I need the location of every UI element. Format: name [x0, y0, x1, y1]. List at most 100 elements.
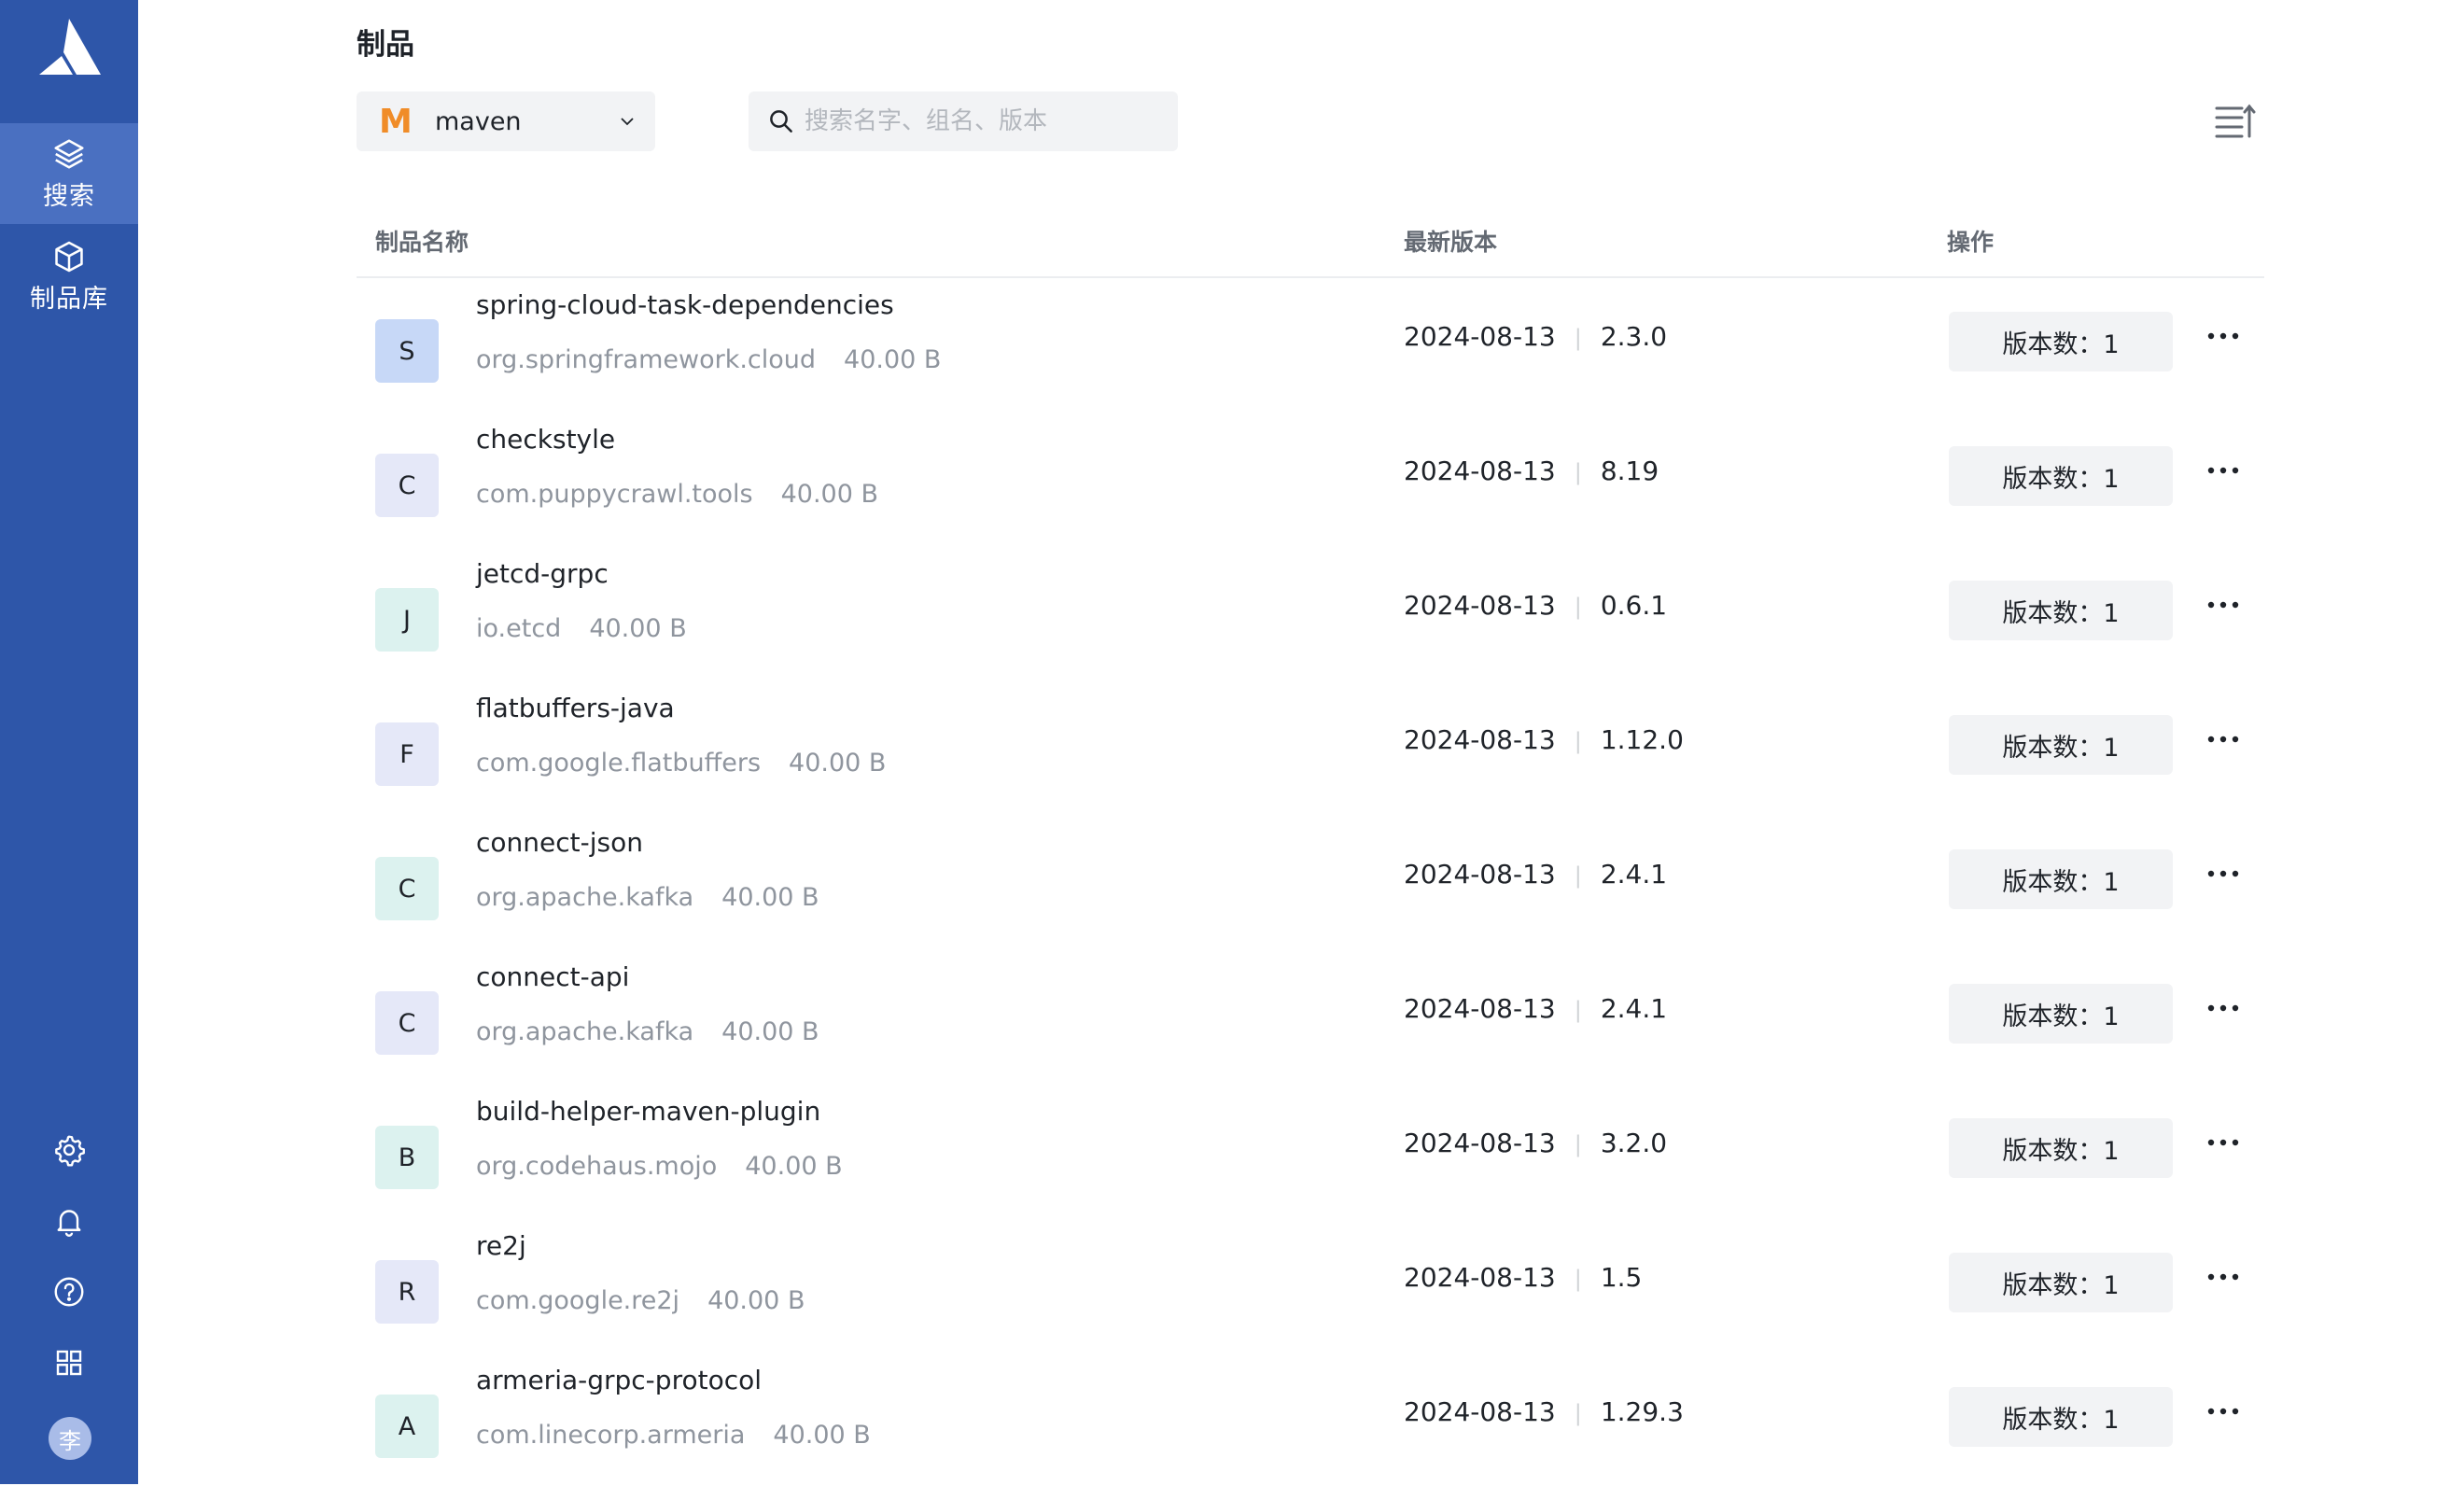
version-number: 1.5: [1600, 1262, 1643, 1293]
artifact-size: 40.00 B: [789, 749, 887, 778]
artifact-group: com.puppycrawl.tools: [476, 480, 753, 509]
more-actions-button[interactable]: [2203, 855, 2244, 892]
search-box[interactable]: [749, 91, 1178, 151]
version-number: 0.6.1: [1600, 590, 1668, 621]
table-row: C connect-json org.apache.kafka 40.00 B 2…: [357, 814, 2264, 948]
table-row: C connect-api org.apache.kafka 40.00 B 20…: [357, 948, 2264, 1083]
version-count-button[interactable]: 版本数：1: [1949, 849, 2173, 909]
version-divider: |: [1574, 1131, 1582, 1157]
artifact-group: org.springframework.cloud: [476, 345, 817, 374]
artifact-name[interactable]: checkstyle: [476, 424, 615, 455]
artifact-name[interactable]: connect-json: [476, 827, 643, 858]
sort-list-icon[interactable]: [2214, 103, 2257, 140]
settings-gear-icon[interactable]: [52, 1133, 86, 1167]
help-circle-icon[interactable]: [52, 1275, 86, 1309]
version-count-button[interactable]: 版本数：1: [1949, 581, 2173, 640]
version-number: 2.4.1: [1600, 993, 1668, 1024]
version-count-button[interactable]: 版本数：1: [1949, 715, 2173, 775]
search-input[interactable]: [803, 106, 1161, 136]
artifact-badge: R: [375, 1260, 439, 1324]
box-icon: [55, 241, 83, 272]
artifact-group: org.codehaus.mojo: [476, 1152, 718, 1181]
apps-grid-icon[interactable]: [52, 1346, 86, 1380]
version-count-button[interactable]: 版本数：1: [1949, 1387, 2173, 1447]
more-actions-button[interactable]: [2203, 1258, 2244, 1296]
nav-item-repositories[interactable]: 制品库: [0, 226, 138, 327]
artifact-name[interactable]: connect-api: [476, 961, 629, 992]
artifact-meta: com.linecorp.armeria 40.00 B: [476, 1421, 871, 1450]
artifact-meta: com.puppycrawl.tools 40.00 B: [476, 480, 878, 509]
artifact-size: 40.00 B: [721, 883, 819, 912]
artifact-name[interactable]: jetcd-grpc: [476, 558, 609, 589]
search-icon: [770, 110, 792, 133]
repository-type-select[interactable]: M maven: [357, 91, 655, 151]
more-actions-button[interactable]: [2203, 1124, 2244, 1161]
table-row: J jetcd-grpc io.etcd 40.00 B 2024-08-13 | 0…: [357, 545, 2264, 680]
artifact-group: com.linecorp.armeria: [476, 1421, 746, 1450]
artifact-meta: org.codehaus.mojo 40.00 B: [476, 1152, 843, 1181]
artifact-meta: io.etcd 40.00 B: [476, 614, 687, 643]
more-dots-icon: [2207, 1408, 2239, 1415]
more-dots-icon: [2207, 736, 2239, 743]
version-date: 2024-08-13: [1404, 590, 1556, 621]
artifact-size: 40.00 B: [721, 1017, 819, 1046]
artifact-badge: B: [375, 1126, 439, 1189]
user-avatar[interactable]: 李: [49, 1417, 91, 1460]
version-number: 2.3.0: [1600, 321, 1668, 352]
more-actions-button[interactable]: [2203, 452, 2244, 489]
more-actions-button[interactable]: [2203, 317, 2244, 355]
artifact-size: 40.00 B: [589, 614, 687, 643]
artifact-group: org.apache.kafka: [476, 883, 694, 912]
more-dots-icon: [2207, 1139, 2239, 1146]
more-dots-icon: [2207, 601, 2239, 609]
more-actions-button[interactable]: [2203, 1393, 2244, 1430]
version-number: 2.4.1: [1600, 859, 1668, 890]
version-count-button[interactable]: 版本数：1: [1949, 312, 2173, 372]
more-actions-button[interactable]: [2203, 989, 2244, 1027]
more-dots-icon: [2207, 467, 2239, 474]
artifact-size: 40.00 B: [745, 1152, 843, 1181]
bell-icon[interactable]: [52, 1204, 86, 1238]
artifact-name[interactable]: armeria-grpc-protocol: [476, 1365, 762, 1395]
version-count-button[interactable]: 版本数：1: [1949, 984, 2173, 1044]
app-logo-icon[interactable]: [35, 17, 103, 78]
more-actions-button[interactable]: [2203, 586, 2244, 624]
nav-label-search: 搜索: [43, 181, 95, 211]
version-count-button[interactable]: 版本数：1: [1949, 446, 2173, 506]
more-dots-icon: [2207, 1004, 2239, 1012]
version-count-button[interactable]: 版本数：1: [1949, 1118, 2173, 1178]
page-title: 制品: [357, 28, 414, 62]
version-date: 2024-08-13: [1404, 724, 1556, 755]
sidebar: 搜索 制品库 李: [0, 0, 138, 1484]
artifact-meta: com.google.flatbuffers 40.00 B: [476, 749, 886, 778]
version-date: 2024-08-13: [1404, 993, 1556, 1024]
artifact-name[interactable]: re2j: [476, 1230, 526, 1261]
artifact-name[interactable]: build-helper-maven-plugin: [476, 1096, 820, 1127]
more-dots-icon: [2207, 870, 2239, 877]
nav-label-repositories: 制品库: [30, 284, 108, 314]
artifact-badge: C: [375, 857, 439, 920]
table-row: F flatbuffers-java com.google.flatbuffer…: [357, 680, 2264, 814]
artifact-badge: A: [375, 1395, 439, 1458]
latest-version: 2024-08-13 | 0.6.1: [1404, 590, 1667, 621]
more-dots-icon: [2207, 332, 2239, 340]
version-date: 2024-08-13: [1404, 321, 1556, 352]
artifact-name[interactable]: flatbuffers-java: [476, 693, 675, 723]
column-header-actions: 操作: [1947, 229, 1995, 256]
version-date: 2024-08-13: [1404, 1396, 1556, 1427]
version-count-button[interactable]: 版本数：1: [1949, 1253, 2173, 1312]
latest-version: 2024-08-13 | 2.4.1: [1404, 993, 1667, 1024]
chevron-down-icon: [621, 118, 634, 126]
layers-icon: [54, 138, 84, 169]
artifact-name[interactable]: spring-cloud-task-dependencies: [476, 289, 894, 320]
more-actions-button[interactable]: [2203, 721, 2244, 758]
version-number: 1.12.0: [1600, 724, 1684, 755]
artifact-badge: C: [375, 991, 439, 1055]
version-number: 3.2.0: [1600, 1128, 1668, 1158]
latest-version: 2024-08-13 | 8.19: [1404, 456, 1659, 486]
artifact-size: 40.00 B: [780, 480, 879, 509]
version-divider: |: [1574, 862, 1582, 889]
version-date: 2024-08-13: [1404, 859, 1556, 890]
nav-item-search[interactable]: 搜索: [0, 123, 138, 224]
latest-version: 2024-08-13 | 3.2.0: [1404, 1128, 1667, 1158]
